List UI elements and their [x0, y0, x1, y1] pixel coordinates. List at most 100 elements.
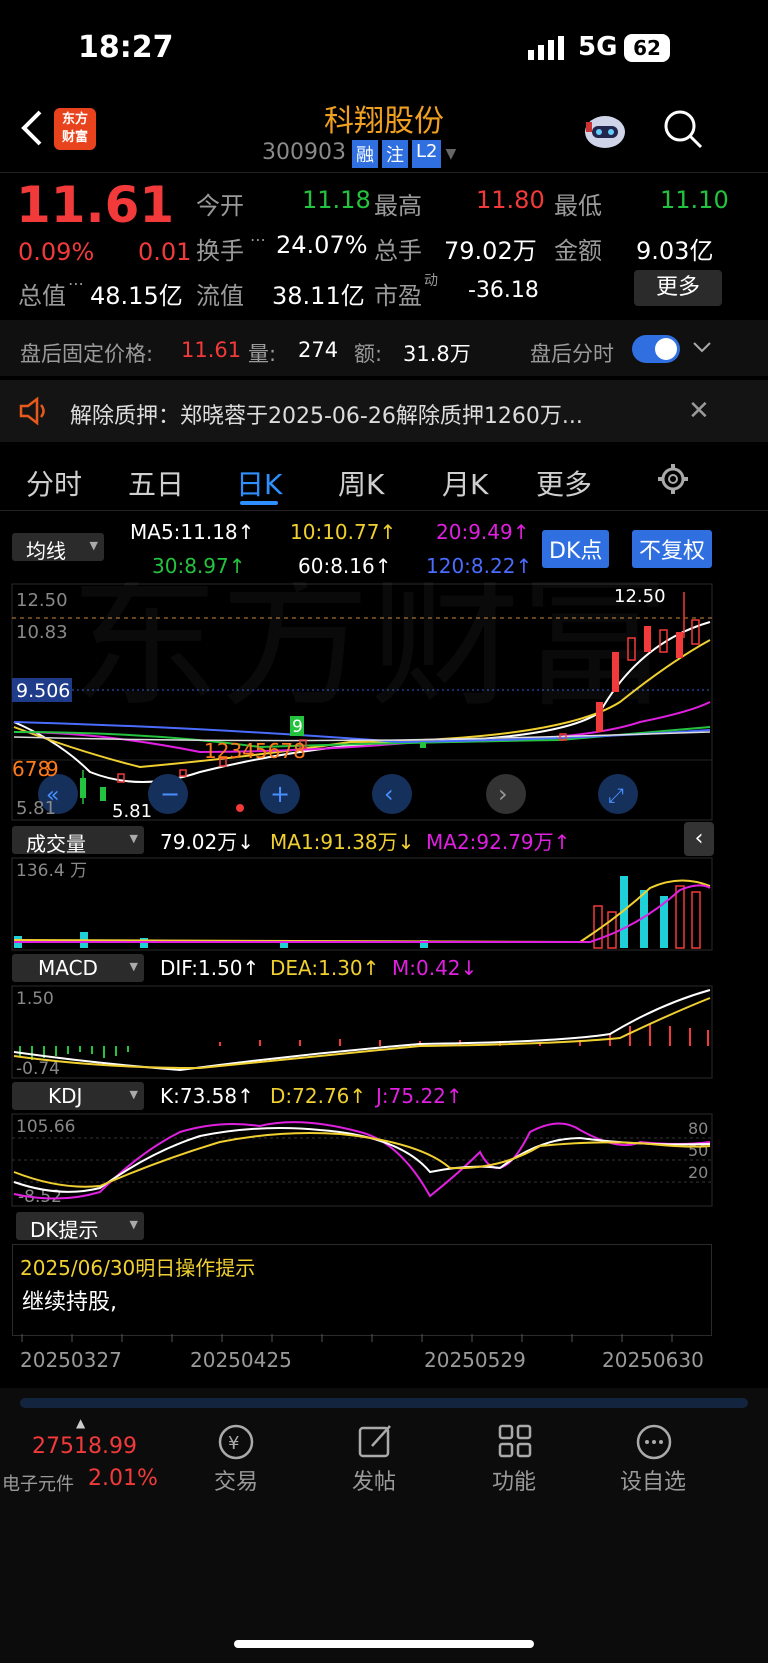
svg-text:12.50: 12.50: [614, 586, 666, 607]
battery-icon: 62: [624, 34, 670, 62]
change-pct: 0.09%: [18, 238, 95, 266]
no-adjust-button[interactable]: 不复权: [632, 530, 713, 568]
notice-text[interactable]: 解除质押：郑晓蓉于2025-06-26解除质押1260万...: [70, 398, 583, 430]
tab-active-indicator: [240, 501, 278, 505]
ma-selector[interactable]: 均线 ▼: [12, 533, 104, 563]
pe-sup: 动: [424, 273, 438, 289]
info-icon[interactable]: ⋯: [68, 274, 84, 293]
kdj-selector[interactable]: KDJ ▼: [12, 1082, 144, 1110]
svg-text:−: −: [160, 780, 180, 808]
network-label: 5G: [578, 32, 618, 62]
after-hours-vol: 274: [298, 338, 339, 362]
after-hours-toggle-label: 盘后分时: [530, 342, 614, 366]
stock-code: 300903: [262, 140, 346, 165]
tab-zhouk[interactable]: 周K: [338, 463, 384, 503]
macd-selector[interactable]: MACD ▼: [12, 954, 144, 982]
high-label: 最高: [374, 192, 422, 220]
info-icon[interactable]: ⋯: [250, 230, 266, 249]
status-time: 18:27: [78, 30, 174, 65]
search-icon[interactable]: [662, 108, 704, 154]
dk-date: 2025/06/30明日操作提示: [20, 1256, 256, 1280]
svg-text:¥: ¥: [228, 1433, 239, 1454]
svg-text:›: ›: [498, 780, 508, 808]
nav-watchlist[interactable]: 设自选: [620, 1464, 686, 1496]
svg-text:5.81: 5.81: [16, 798, 56, 819]
volume-current: 79.02万↓: [160, 830, 255, 854]
index-name[interactable]: 电子元件: [2, 1470, 74, 1496]
trade-icon[interactable]: ¥: [214, 1422, 258, 1466]
dk-advice: 继续持股,: [22, 1290, 117, 1315]
speaker-icon: [18, 396, 50, 430]
ma5-value: MA5:11.18↑: [130, 520, 255, 544]
kdj-d: D:72.76↑: [270, 1084, 367, 1108]
date-label-4: 20250630: [602, 1348, 704, 1372]
ma10-value: 10:10.77↑: [290, 520, 397, 544]
more-button[interactable]: 更多: [634, 270, 722, 306]
kline-chart[interactable]: 东方财富 « − + ‹ › ⤢: [0, 582, 768, 822]
signal-icon: [528, 36, 568, 64]
svg-text:-0.74: -0.74: [16, 1059, 60, 1079]
svg-text:105.66: 105.66: [16, 1117, 75, 1137]
volume-selector[interactable]: 成交量 ▼: [12, 826, 144, 856]
svg-text:1.50: 1.50: [16, 989, 54, 1009]
robot-assistant-icon[interactable]: [582, 108, 628, 156]
home-indicator[interactable]: [234, 1640, 534, 1648]
volume-ma2: MA2:92.79万↑: [426, 830, 571, 854]
more-dots-icon[interactable]: [634, 1422, 674, 1466]
tab-yuek[interactable]: 月K: [442, 463, 488, 503]
collapse-arrow-icon[interactable]: ‹: [684, 822, 714, 856]
after-hours-amt: 31.8万: [403, 342, 471, 366]
svg-text:9.506: 9.506: [16, 680, 70, 702]
svg-text:12.50: 12.50: [16, 590, 68, 611]
date-label-3: 20250529: [424, 1348, 526, 1372]
dk-selector[interactable]: DK提示 ▼: [16, 1212, 144, 1242]
date-label-2: 20250425: [190, 1348, 292, 1372]
chevron-down-icon[interactable]: [692, 340, 712, 359]
svg-text:678: 678: [12, 757, 50, 781]
kdj-chart: 105.66 -8.52 80 50 20: [11, 1113, 713, 1207]
svg-text:12345678: 12345678: [204, 739, 306, 763]
after-hours-amt-label: 额:: [354, 342, 383, 366]
date-ticks: [21, 1334, 673, 1342]
index-value[interactable]: 27518.99: [32, 1434, 137, 1459]
up-caret-icon: ▲: [76, 1416, 86, 1430]
pe-value: -36.18: [468, 278, 539, 303]
svg-text:136.4 万: 136.4 万: [16, 861, 87, 881]
macd-dif: DIF:1.50↑: [160, 956, 260, 980]
svg-text:9: 9: [292, 717, 303, 737]
kdj-j: J:75.22↑: [376, 1084, 463, 1108]
after-hours-label: 盘后固定价格:: [20, 342, 154, 366]
volume-ma1: MA1:91.38万↓: [270, 830, 415, 854]
after-hours-toggle[interactable]: [632, 335, 680, 363]
open-value: 11.18: [302, 186, 371, 214]
nav-function[interactable]: 功能: [492, 1464, 536, 1496]
tab-wuri[interactable]: 五日: [128, 463, 184, 503]
nav-trade[interactable]: 交易: [214, 1464, 258, 1496]
svg-text:5.81: 5.81: [112, 801, 152, 822]
ma30-value: 30:8.97↑: [152, 554, 246, 578]
tab-rik[interactable]: 日K: [236, 463, 282, 503]
volume-chart: 136.4 万: [11, 857, 713, 951]
nav-post[interactable]: 发帖: [352, 1464, 396, 1496]
pe-label: 市盈: [374, 282, 422, 310]
stock-name: 科翔股份: [324, 104, 444, 139]
kdj-k: K:73.58↑: [160, 1084, 254, 1108]
after-hours-vol-label: 量:: [248, 342, 277, 366]
float-label: 流值: [196, 282, 244, 310]
tab-more[interactable]: 更多: [536, 463, 592, 503]
index-pct[interactable]: 2.01%: [88, 1466, 158, 1491]
tab-fenshi[interactable]: 分时: [26, 463, 82, 503]
dk-point-button[interactable]: DK点: [542, 530, 610, 568]
post-icon[interactable]: [356, 1422, 396, 1466]
apps-icon[interactable]: [496, 1422, 536, 1466]
amount-value: 9.03亿: [636, 237, 714, 265]
mcap-value: 48.15亿: [90, 282, 183, 310]
ma20-value: 20:9.49↑: [436, 520, 530, 544]
svg-text:‹: ‹: [384, 780, 394, 808]
close-icon[interactable]: ✕: [688, 396, 710, 426]
svg-text:10.83: 10.83: [16, 622, 68, 643]
change-abs: 0.01: [138, 238, 192, 266]
open-label: 今开: [196, 192, 244, 220]
after-hours-price: 11.61: [181, 338, 242, 362]
gear-icon[interactable]: [656, 462, 690, 500]
